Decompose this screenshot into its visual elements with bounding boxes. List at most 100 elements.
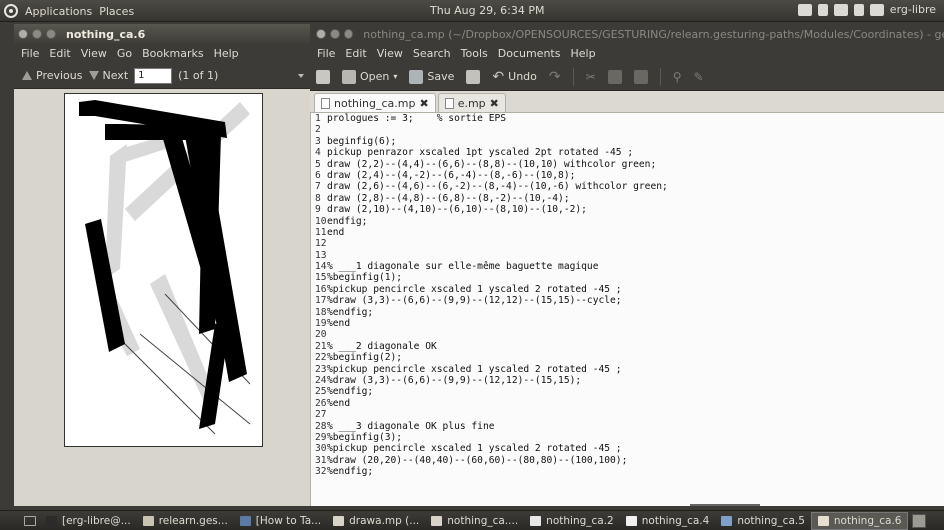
taskbar-item[interactable]: nothing_ca.... (425, 512, 524, 530)
code-editor[interactable]: 1 prologues := 3; % sortie EPS 2 3 beginfig(… (310, 113, 944, 506)
code-line[interactable]: 12 (311, 238, 944, 249)
code-line[interactable]: 7 draw (2,6)--(4,6)--(6,-2)--(8,-4)--(10,… (311, 181, 944, 192)
minimize-window-icon[interactable] (329, 29, 340, 39)
taskbar-item[interactable]: [How to Ta... (234, 512, 327, 530)
menu-search[interactable]: Search (410, 47, 454, 60)
undo-button[interactable]: ↶ Undo (492, 69, 536, 85)
menu-documents[interactable]: Documents (495, 47, 564, 60)
code-line[interactable]: 24%draw (3,3)--(6,6)--(9,9)--(12,12)--(1… (311, 375, 944, 386)
menu-bookmarks[interactable]: Bookmarks (139, 47, 206, 60)
code-line[interactable]: 18%endfig; (311, 307, 944, 318)
minimize-window-icon[interactable] (32, 29, 42, 39)
transfer-icon[interactable] (853, 3, 864, 16)
code-line[interactable]: 16%pickup pencircle xscaled 1 yscaled 2 … (311, 284, 944, 295)
close-tab-icon[interactable]: ✖ (419, 97, 428, 110)
network-icon[interactable] (797, 3, 812, 16)
code-line[interactable]: 19%end (311, 318, 944, 329)
code-line[interactable]: 26%end (311, 398, 944, 409)
keyboard-icon[interactable] (833, 3, 848, 16)
save-button[interactable]: Save (409, 69, 454, 84)
menu-file[interactable]: File (314, 47, 338, 60)
paste-icon[interactable] (633, 69, 648, 84)
maximize-window-icon[interactable] (46, 29, 56, 39)
code-line[interactable]: 32%endfig; (311, 466, 944, 477)
code-line[interactable]: 9 draw (2,10)--(4,10)--(6,10)--(8,10)--(1… (311, 204, 944, 215)
menu-tools[interactable]: Tools (458, 47, 491, 60)
taskbar-item[interactable]: nothing_ca.6 (810, 511, 909, 530)
line-number: 26 (315, 397, 327, 409)
code-line[interactable]: 25%endfig; (311, 386, 944, 397)
code-line[interactable]: 8 draw (2,8)--(4,8)--(6,8)--(8,-2)--(10,-… (311, 193, 944, 204)
tab-e-mp[interactable]: e.mp ✖ (437, 93, 506, 112)
code-line[interactable]: 17%draw (3,3)--(6,6)--(9,9)--(12,12)--(1… (311, 295, 944, 306)
new-document-icon[interactable] (316, 69, 330, 84)
code-line[interactable]: 30%pickup pencircle xscaled 1 yscaled 2 … (311, 443, 944, 454)
code-line[interactable]: 15%beginfig(1); (311, 272, 944, 283)
code-line[interactable]: 13 (311, 250, 944, 261)
code-line[interactable]: 21% ___2 diagonale OK (311, 341, 944, 352)
menu-edit[interactable]: Edit (46, 47, 73, 60)
search-icon[interactable]: ⚲ (673, 70, 682, 84)
code-line[interactable]: 27 (311, 409, 944, 420)
document-view[interactable] (14, 89, 310, 506)
maximize-window-icon[interactable] (343, 29, 354, 39)
code-line[interactable]: 2 (311, 124, 944, 135)
user-menu[interactable]: erg-libre (890, 3, 936, 16)
redo-icon[interactable]: ↷ (549, 69, 561, 85)
close-tab-icon[interactable]: ✖ (490, 97, 499, 110)
places-menu[interactable]: Places (99, 5, 134, 18)
evince-titlebar[interactable]: nothing_ca.6 (14, 24, 310, 44)
print-icon[interactable] (466, 69, 481, 84)
page-number-input[interactable]: 1 (134, 67, 173, 84)
menu-go[interactable]: Go (114, 47, 135, 60)
taskbar-item[interactable]: nothing_ca.5 (715, 512, 811, 530)
gedit-titlebar[interactable]: nothing_ca.mp (~/Dropbox/OPENSOURCES/GES… (310, 24, 944, 44)
menu-edit[interactable]: Edit (342, 47, 369, 60)
replace-icon[interactable]: ✎ (694, 70, 704, 84)
menu-view[interactable]: View (374, 47, 406, 60)
taskbar-item[interactable]: nothing_ca.4 (620, 512, 716, 530)
close-window-icon[interactable] (316, 29, 326, 39)
next-button[interactable]: Next (88, 69, 128, 82)
code-line[interactable]: 1 prologues := 3; % sortie EPS (311, 113, 944, 124)
copy-icon[interactable] (607, 69, 622, 84)
code-line[interactable]: 28% ___3 diagonale OK plus fine (311, 421, 944, 432)
open-button[interactable]: Open ▾ (342, 69, 397, 84)
menu-view[interactable]: View (78, 47, 110, 60)
show-desktop-icon[interactable] (24, 515, 36, 526)
chevron-down-icon[interactable]: ▾ (393, 72, 397, 81)
code-line[interactable]: 20 (311, 329, 944, 340)
menu-help[interactable]: Help (211, 47, 242, 60)
code-line[interactable]: 3 beginfig(6); (311, 136, 944, 147)
code-line[interactable]: 11end (311, 227, 944, 238)
scrollbar[interactable] (690, 504, 760, 506)
taskbar-item[interactable]: [erg-libre@... (40, 512, 137, 530)
ubuntu-logo-icon[interactable] (4, 4, 18, 18)
bluetooth-icon[interactable] (817, 3, 828, 16)
chevron-down-icon[interactable] (298, 73, 304, 78)
code-line[interactable]: 5 draw (2,2)--(4,4)--(6,6)--(8,8)--(10,10… (311, 159, 944, 170)
code-line[interactable]: 10endfig; (311, 216, 944, 227)
code-line[interactable]: 6 draw (2,4)--(4,-2)--(6,-4)--(8,-6)--(10… (311, 170, 944, 181)
tab-nothing-ca[interactable]: nothing_ca.mp ✖ (314, 93, 436, 112)
code-line[interactable]: 14% ___1 diagonale sur elle-même baguett… (311, 261, 944, 272)
code-line[interactable]: 23%pickup pencircle xscaled 1 yscaled 2 … (311, 364, 944, 375)
chat-icon[interactable] (869, 3, 884, 16)
previous-button[interactable]: Previous (22, 69, 83, 82)
code-line[interactable]: 29%beginfig(3); (311, 432, 944, 443)
trash-icon[interactable] (912, 513, 927, 528)
line-text: draw (2,2)--(4,4)--(6,6)--(8,8)--(10,10)… (327, 158, 657, 170)
menu-help[interactable]: Help (567, 47, 598, 60)
close-window-icon[interactable] (18, 29, 28, 39)
code-line[interactable]: 31%draw (20,20)--(40,40)--(60,60)--(80,8… (311, 455, 944, 466)
taskbar-item[interactable]: nothing_ca.2 (524, 512, 620, 530)
code-line[interactable]: 22%beginfig(2); (311, 352, 944, 363)
applications-menu[interactable]: Applications (25, 5, 92, 18)
open-icon (342, 69, 356, 84)
taskbar-item[interactable]: relearn.ges... (137, 512, 234, 530)
cut-icon[interactable]: ✂ (586, 70, 596, 84)
taskbar-item[interactable]: drawa.mp (... (327, 512, 425, 530)
code-line[interactable]: 4 pickup penrazor xscaled 1pt yscaled 2pt… (311, 147, 944, 158)
menu-file[interactable]: File (18, 47, 42, 60)
clock[interactable]: Thu Aug 29, 6:34 PM (430, 4, 544, 17)
